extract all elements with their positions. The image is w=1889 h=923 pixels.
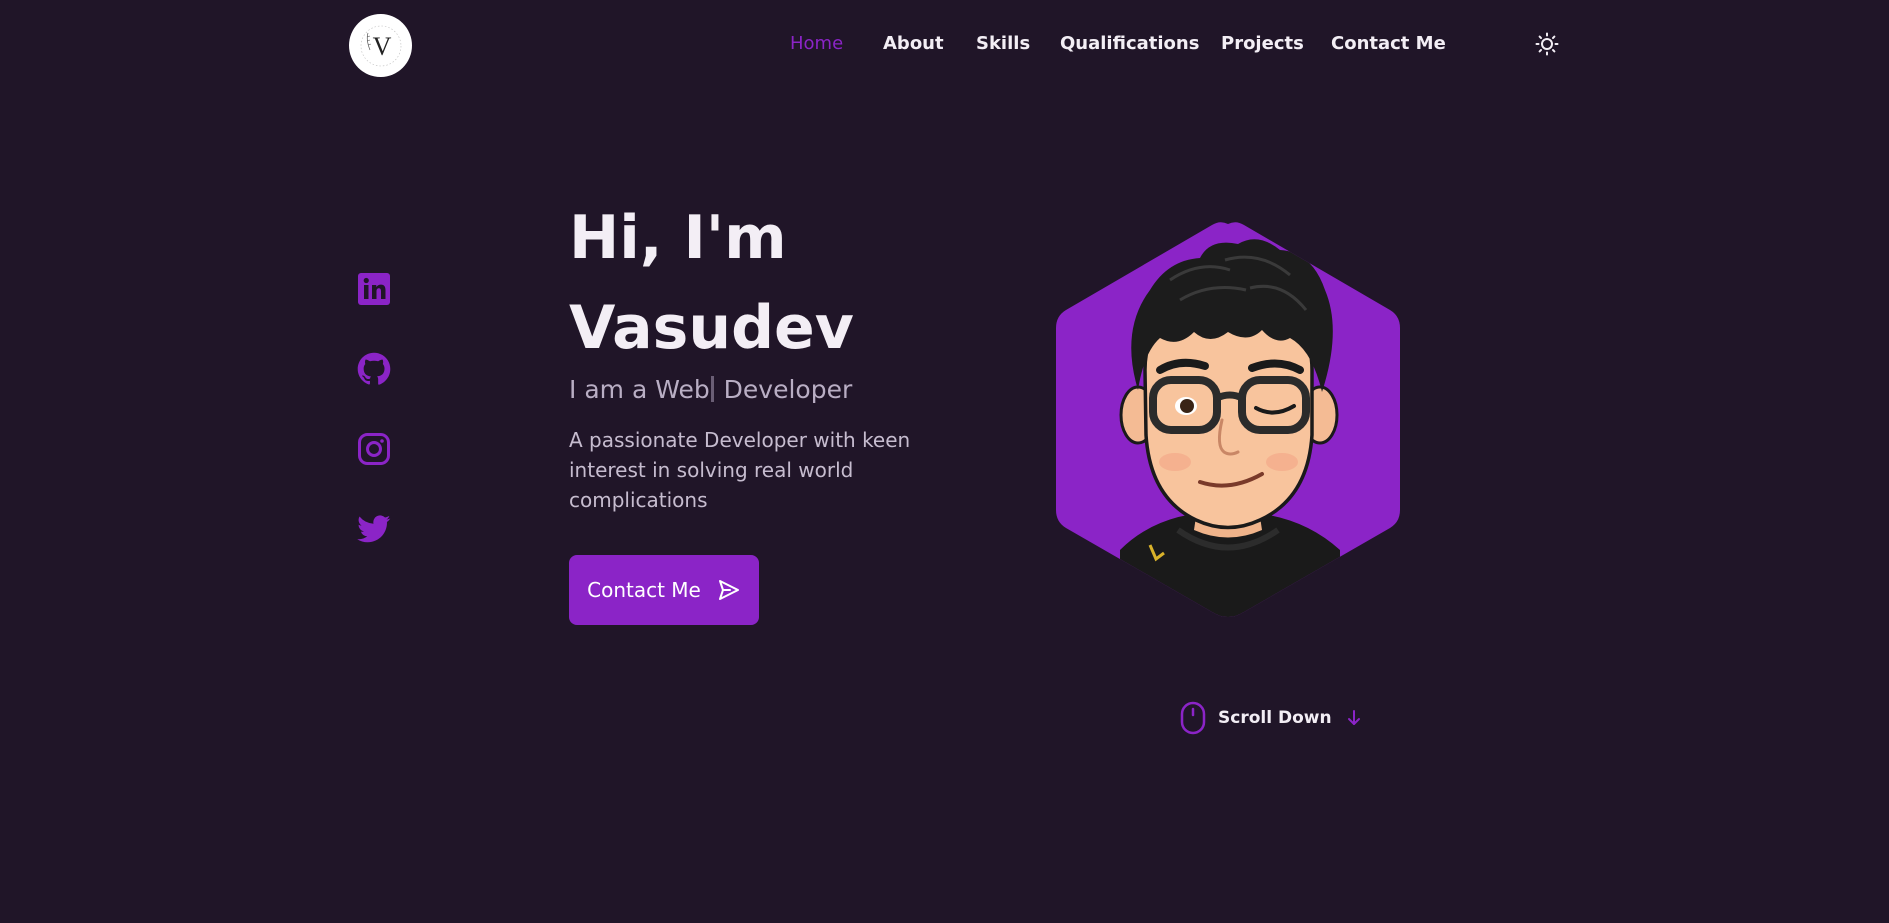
arrow-down-icon [1347, 710, 1360, 725]
theme-toggle-button[interactable] [1533, 30, 1561, 58]
sun-icon [1535, 32, 1559, 56]
instagram-link[interactable] [355, 430, 393, 468]
mouse-icon [1180, 701, 1206, 735]
nav-qualifications[interactable]: Qualifications [1060, 33, 1199, 54]
hero-name: Vasudev [569, 293, 854, 363]
hero-description: A passionate Developer with keen interes… [569, 428, 911, 512]
nav-home[interactable]: Home [790, 33, 843, 54]
logo-letter: V [372, 32, 391, 61]
hero-subtitle-role: Developer [715, 375, 853, 404]
avatar-hexagon [1056, 222, 1400, 617]
hero-subtitle-typed: I am a Web [569, 375, 710, 404]
contact-me-button[interactable]: Contact Me [569, 555, 759, 625]
nav-projects[interactable]: Projects [1221, 33, 1304, 54]
send-icon [718, 580, 739, 600]
scroll-down-label: Scroll Down [1218, 708, 1332, 728]
site-logo[interactable]: V [349, 14, 412, 77]
twitter-icon [357, 515, 391, 543]
scroll-down-button[interactable]: Scroll Down [1180, 701, 1362, 735]
github-icon [357, 352, 391, 385]
nav-about[interactable]: About [883, 33, 944, 54]
contact-me-label: Contact Me [587, 578, 701, 602]
linkedin-link[interactable] [355, 270, 393, 308]
hero-greeting: Hi, I'm [569, 203, 787, 273]
github-link[interactable] [355, 350, 393, 388]
typing-cursor [710, 376, 714, 402]
nav-contact[interactable]: Contact Me [1331, 33, 1446, 54]
instagram-icon [358, 433, 390, 465]
profile-avatar [1050, 220, 1406, 618]
twitter-link[interactable] [355, 510, 393, 548]
hero-subtitle: I am a Web Developer [569, 375, 852, 404]
nav-skills[interactable]: Skills [976, 33, 1030, 54]
portfolio-page: V Home About Skills Qualifications Proje… [0, 0, 1889, 923]
linkedin-icon [358, 273, 390, 305]
logo-mark: V [360, 25, 401, 66]
